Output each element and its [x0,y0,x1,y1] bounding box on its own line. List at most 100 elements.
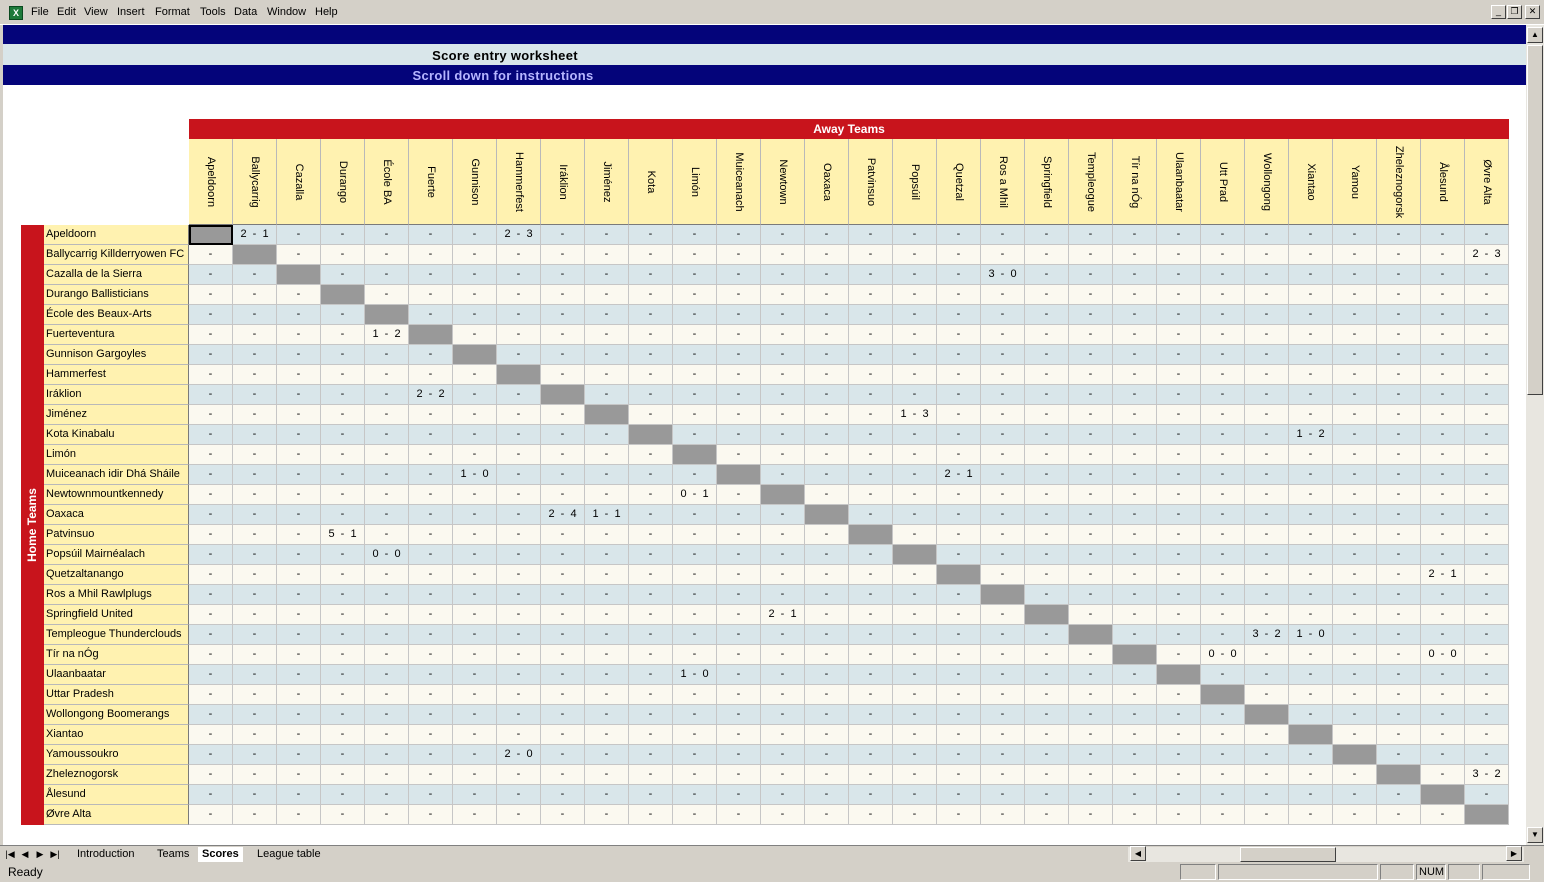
score-cell[interactable]: - [1289,485,1333,505]
score-cell[interactable]: - [1465,285,1509,305]
score-cell[interactable]: - [1201,445,1245,465]
score-cell[interactable]: - [1245,605,1289,625]
score-cell[interactable]: - [277,565,321,585]
score-cell[interactable]: - [893,265,937,285]
score-cell[interactable]: - [1245,325,1289,345]
home-team-name[interactable]: Zheleznogorsk [44,765,189,785]
score-cell[interactable]: - [673,365,717,385]
home-team-name[interactable]: Xiantao [44,725,189,745]
score-cell[interactable]: - [1289,225,1333,245]
score-cell[interactable]: - [805,225,849,245]
score-cell[interactable]: - [453,545,497,565]
score-cell[interactable]: - [717,565,761,585]
score-cell[interactable]: - [277,645,321,665]
score-cell[interactable]: - [893,245,937,265]
score-cell[interactable]: - [1157,245,1201,265]
score-cell[interactable]: 2 - 1 [761,605,805,625]
score-cell[interactable]: - [1289,445,1333,465]
score-cell[interactable]: - [1289,525,1333,545]
score-cell[interactable]: - [233,685,277,705]
score-cell[interactable]: - [233,325,277,345]
score-cell[interactable]: - [1377,425,1421,445]
score-cell[interactable]: - [1201,285,1245,305]
score-cell[interactable]: - [717,545,761,565]
score-cell[interactable]: - [717,265,761,285]
score-cell[interactable]: 1 - 0 [1289,625,1333,645]
score-cell[interactable]: - [1289,325,1333,345]
score-cell[interactable]: - [453,505,497,525]
score-cell[interactable]: - [1113,685,1157,705]
score-cell[interactable]: - [1113,505,1157,525]
score-cell[interactable]: - [1245,445,1289,465]
score-cell[interactable]: - [937,405,981,425]
score-cell[interactable]: - [541,405,585,425]
score-cell[interactable]: - [1069,405,1113,425]
score-cell[interactable]: - [1025,445,1069,465]
score-cell[interactable]: - [805,685,849,705]
score-cell[interactable]: - [1113,525,1157,545]
score-cell[interactable]: - [937,525,981,545]
score-cell[interactable]: - [497,485,541,505]
score-cell[interactable]: - [761,805,805,825]
score-cell[interactable]: - [1157,765,1201,785]
score-cell[interactable]: - [365,465,409,485]
score-cell[interactable]: - [1113,405,1157,425]
score-cell[interactable]: - [1201,265,1245,285]
score-cell[interactable]: - [233,785,277,805]
vertical-scroll-thumb[interactable] [1527,45,1543,395]
score-cell[interactable]: - [1377,605,1421,625]
score-cell[interactable]: - [1333,705,1377,725]
score-cell[interactable]: - [497,445,541,465]
score-cell[interactable]: - [1157,505,1201,525]
score-cell[interactable]: - [937,485,981,505]
score-cell[interactable]: - [1377,225,1421,245]
score-cell[interactable]: - [1157,445,1201,465]
home-team-name[interactable]: Cazalla de la Sierra [44,265,189,285]
score-cell[interactable]: - [981,705,1025,725]
away-team-header[interactable]: Hammerfest [497,139,541,225]
away-team-header[interactable]: Yamou [1333,139,1377,225]
score-cell[interactable]: - [717,245,761,265]
score-cell[interactable]: - [981,785,1025,805]
score-cell[interactable]: - [1113,345,1157,365]
score-cell[interactable]: - [1289,365,1333,385]
score-cell[interactable]: - [1289,265,1333,285]
score-cell[interactable]: - [541,805,585,825]
score-cell[interactable]: - [1201,325,1245,345]
score-cell[interactable]: - [717,485,761,505]
score-cell[interactable]: - [1113,465,1157,485]
score-cell[interactable]: - [1289,665,1333,685]
away-team-header[interactable]: Zheleznogorsk [1377,139,1421,225]
score-cell[interactable]: - [1421,725,1465,745]
diagonal-cell[interactable] [189,225,233,245]
score-cell[interactable]: - [1157,805,1201,825]
score-cell[interactable]: - [585,365,629,385]
score-cell[interactable]: - [277,405,321,425]
score-cell[interactable]: - [937,785,981,805]
score-cell[interactable]: - [409,625,453,645]
score-cell[interactable]: - [1157,385,1201,405]
score-cell[interactable]: - [937,365,981,385]
away-team-header[interactable]: Limón [673,139,717,225]
score-cell[interactable]: - [629,385,673,405]
tab-league-table[interactable]: League table [253,847,325,862]
score-cell[interactable]: - [277,585,321,605]
score-cell[interactable]: - [1245,765,1289,785]
score-cell[interactable]: - [189,605,233,625]
score-cell[interactable]: - [1421,445,1465,465]
score-cell[interactable]: - [1157,625,1201,645]
score-cell[interactable]: - [1421,545,1465,565]
away-team-header[interactable]: Ballycarrig [233,139,277,225]
home-team-name[interactable]: Øvre Alta [44,805,189,825]
score-cell[interactable]: - [277,605,321,625]
score-cell[interactable]: - [1245,685,1289,705]
score-cell[interactable]: - [717,525,761,545]
score-cell[interactable]: - [849,605,893,625]
score-cell[interactable]: - [585,705,629,725]
score-cell[interactable]: - [541,625,585,645]
score-cell[interactable]: - [1377,545,1421,565]
score-cell[interactable]: - [1245,745,1289,765]
score-cell[interactable]: - [365,265,409,285]
score-cell[interactable]: - [1377,585,1421,605]
score-cell[interactable]: - [893,445,937,465]
